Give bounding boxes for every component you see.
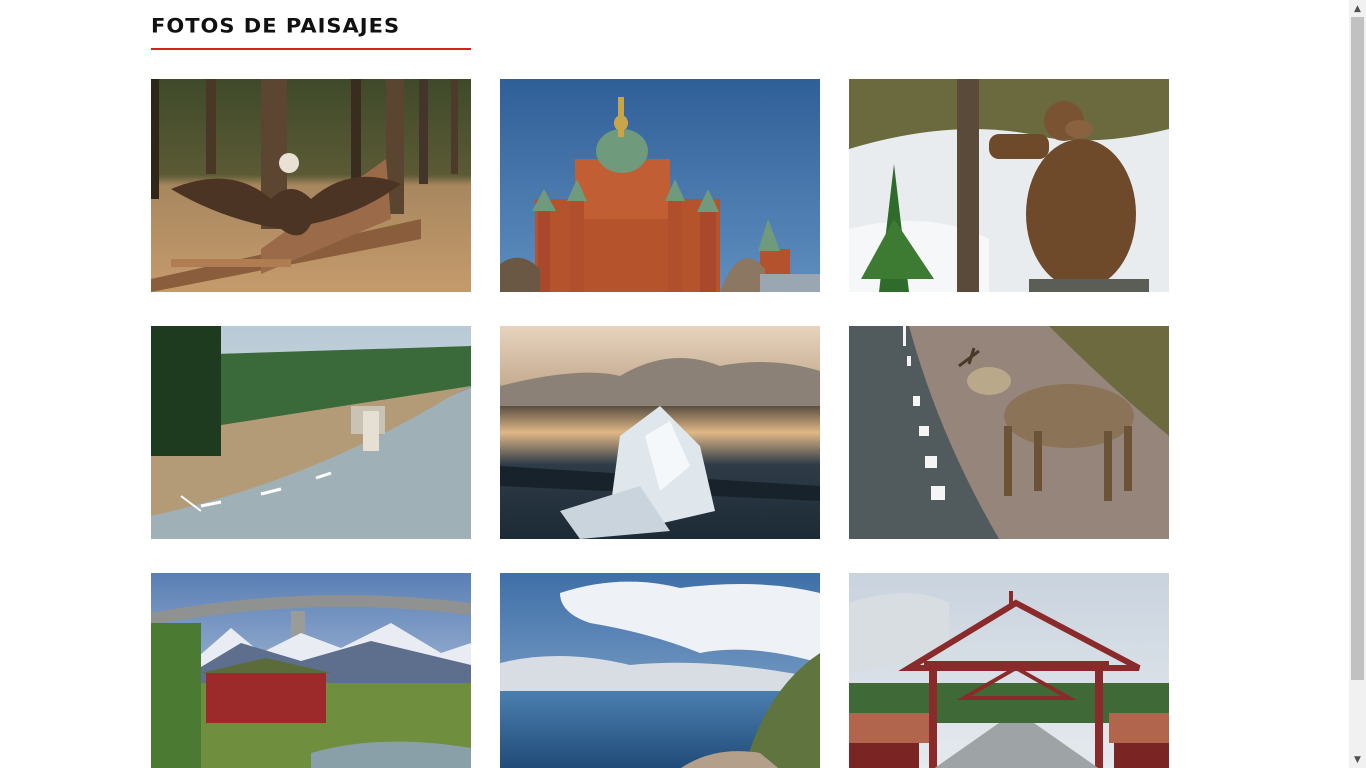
photo-fjord[interactable]: [500, 573, 820, 768]
page-title: FOTOS DE PAISAJES: [151, 14, 401, 38]
section-heading: FOTOS DE PAISAJES: [151, 14, 471, 50]
photo-ice-sunset-image: [500, 326, 820, 539]
scroll-down-arrow-icon[interactable]: ▼: [1349, 751, 1366, 768]
photo-fjord-image: [500, 573, 820, 768]
photo-cathedral[interactable]: [500, 79, 820, 292]
photo-cathedral-image: [500, 79, 820, 292]
scroll-up-arrow-icon[interactable]: ▲: [1349, 0, 1366, 17]
photo-boathouse-image: [151, 573, 471, 768]
photo-ice-sunset[interactable]: [500, 326, 820, 539]
vertical-scrollbar[interactable]: ▲ ▼: [1349, 0, 1366, 768]
scrollbar-thumb[interactable]: [1351, 17, 1364, 680]
photo-brown-bear[interactable]: [849, 79, 1169, 292]
photo-reindeer-crossing-image: [849, 326, 1169, 539]
photo-red-bridge-gate[interactable]: [849, 573, 1169, 768]
photo-eagle-bench-image: [151, 79, 471, 292]
photo-reindeer-crossing[interactable]: [849, 326, 1169, 539]
photo-reindeer-road[interactable]: [151, 326, 471, 539]
photo-reindeer-road-image: [151, 326, 471, 539]
photo-eagle-bench[interactable]: [151, 79, 471, 292]
photo-boathouse[interactable]: [151, 573, 471, 768]
page: FOTOS DE PAISAJES: [0, 0, 1349, 768]
photo-red-bridge-gate-image: [849, 573, 1169, 768]
photo-brown-bear-image: [849, 79, 1169, 292]
